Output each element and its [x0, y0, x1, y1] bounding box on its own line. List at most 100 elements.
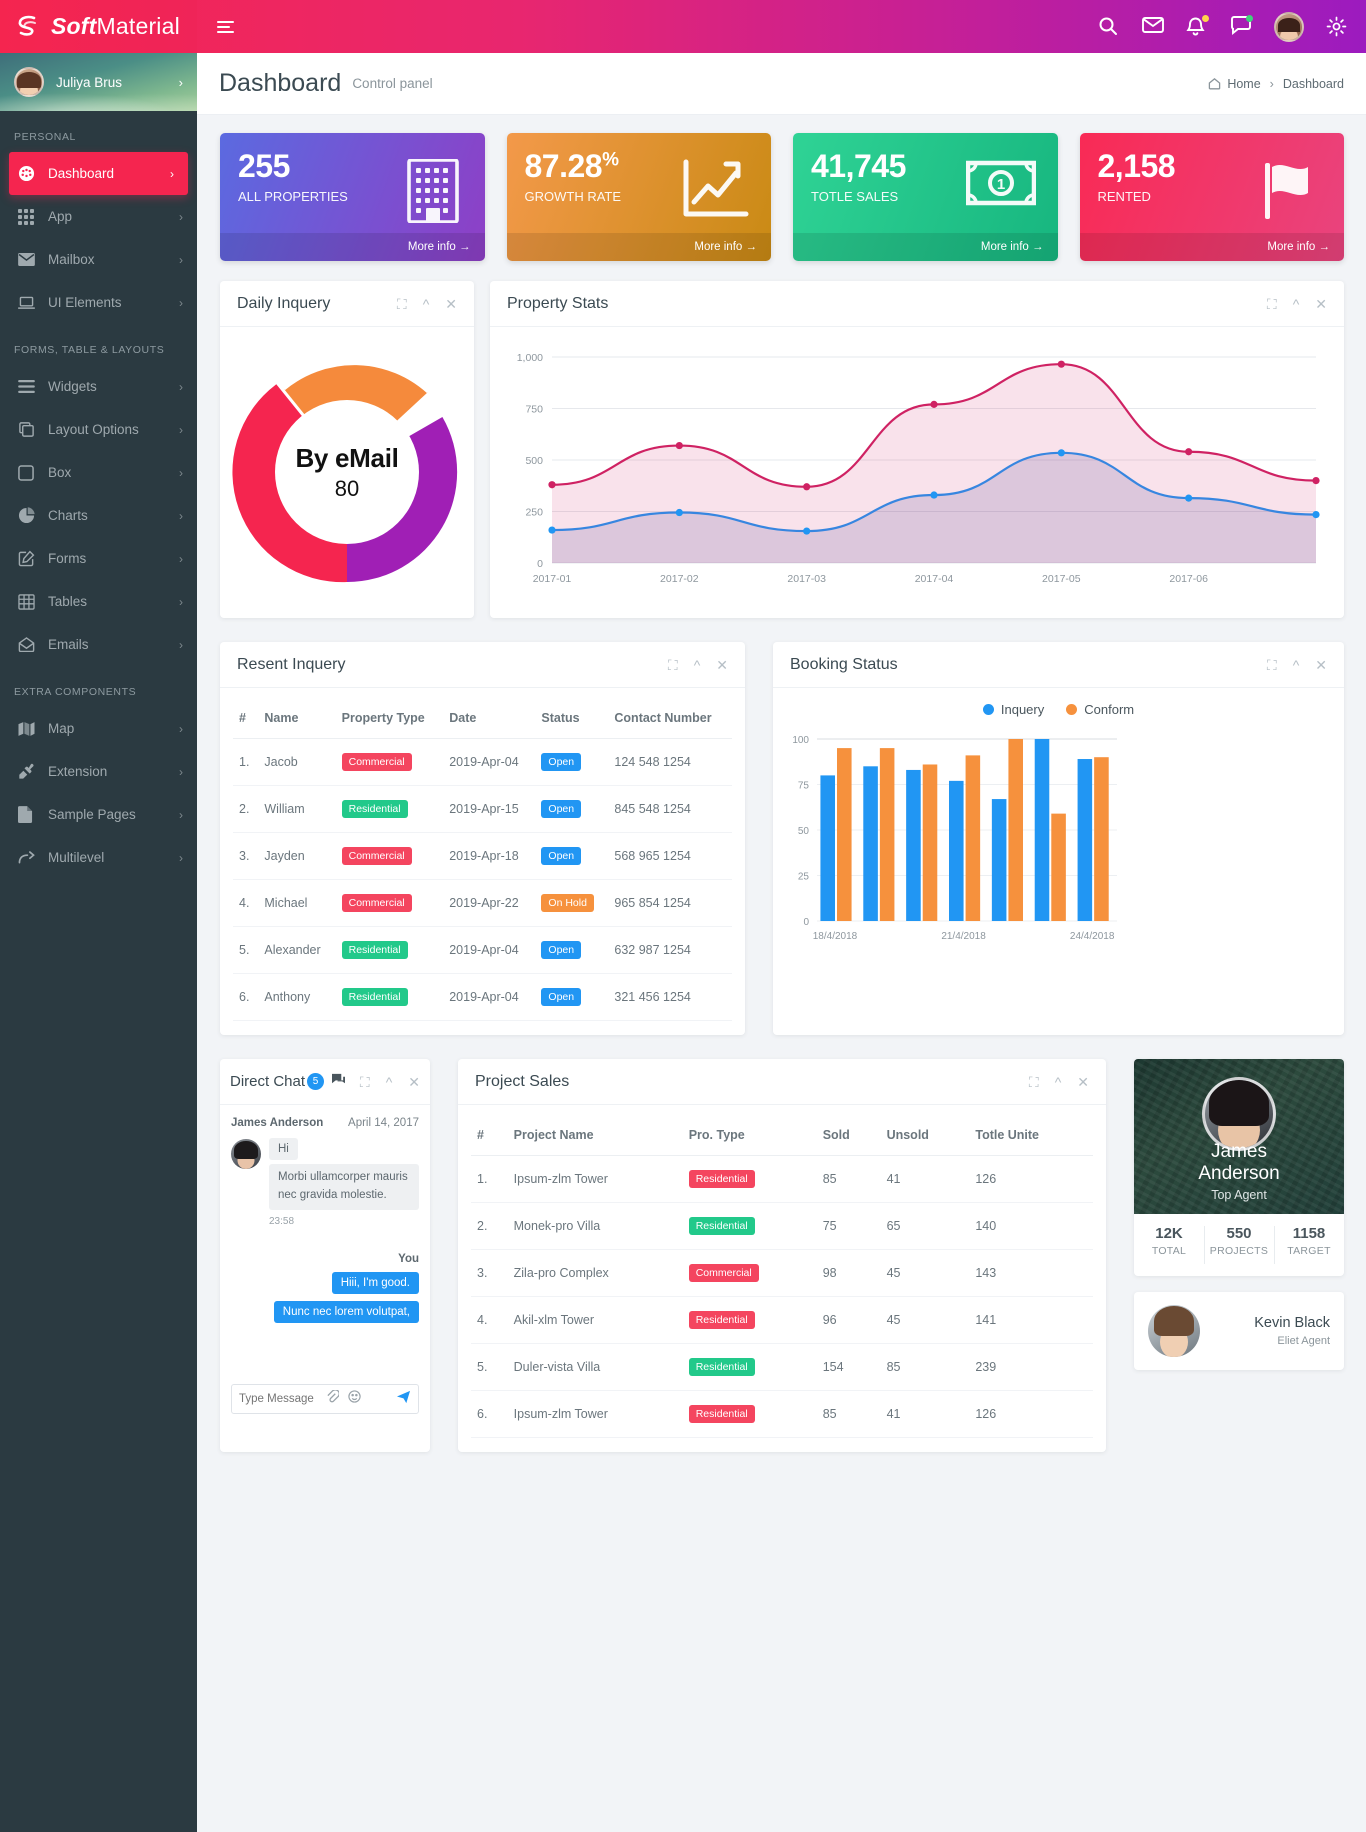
bar[interactable]	[863, 766, 878, 921]
collapse-icon[interactable]: ^	[694, 658, 701, 672]
gear-icon[interactable]	[1326, 16, 1348, 38]
sidebar-item-emails[interactable]: Emails ›	[0, 623, 197, 666]
bar[interactable]	[1094, 757, 1109, 921]
data-point[interactable]	[548, 526, 556, 534]
expand-icon[interactable]: ⛶	[397, 297, 407, 311]
stat-card-totle-sales[interactable]: 41,745 TOTLE SALES 1 More info →	[793, 133, 1058, 261]
sidebar-item-charts[interactable]: Charts ›	[0, 494, 197, 537]
data-point[interactable]	[675, 508, 683, 517]
sidebar-item-dashboard[interactable]: Dashboard ›	[9, 152, 188, 195]
stat-card-rented[interactable]: 2,158 RENTED More info →	[1079, 133, 1344, 261]
sidebar-item-forms[interactable]: Forms ›	[0, 537, 197, 580]
sidebar-item-sample-pages[interactable]: Sample Pages ›	[0, 793, 197, 836]
close-icon[interactable]: ✕	[716, 658, 728, 672]
table-row[interactable]: 1. Jacob Commercial 2019-Apr-04 Open 124 548 …	[233, 738, 732, 786]
sidebar-item-widgets[interactable]: Widgets ›	[0, 365, 197, 408]
breadcrumb-home[interactable]: Home	[1208, 77, 1261, 91]
expand-icon[interactable]: ⛶	[1029, 1075, 1039, 1089]
mail-icon[interactable]	[1142, 16, 1164, 38]
collapse-icon[interactable]: ^	[1055, 1075, 1062, 1089]
close-icon[interactable]: ✕	[1315, 658, 1327, 672]
collapse-icon[interactable]: ^	[386, 1075, 393, 1089]
attachment-icon[interactable]	[326, 1388, 340, 1409]
bar[interactable]	[922, 764, 938, 921]
bar[interactable]	[879, 748, 895, 921]
table-row[interactable]: 6. Ipsum-zlm Tower Residential 85 41 126	[471, 1390, 1093, 1438]
bell-icon[interactable]	[1186, 14, 1209, 38]
bar[interactable]	[949, 780, 964, 921]
stat-more-link[interactable]: More info →	[506, 233, 771, 261]
table-row[interactable]: 5. Duler-vista Villa Residential 154 85 239	[471, 1343, 1093, 1391]
data-point[interactable]	[675, 441, 683, 450]
table-row[interactable]: 5. Alexander Residential 2019-Apr-04 Open 632…	[233, 926, 732, 974]
close-icon[interactable]: ✕	[408, 1075, 420, 1089]
data-point[interactable]	[930, 491, 938, 499]
data-point[interactable]	[803, 483, 811, 491]
stat-more-link[interactable]: More info →	[220, 233, 485, 261]
collapse-icon[interactable]: ^	[1293, 297, 1300, 311]
user-avatar[interactable]	[1274, 11, 1304, 42]
table-row[interactable]: 4. Michael Commercial 2019-Apr-22 On Hold 965…	[233, 879, 732, 927]
bar[interactable]	[1008, 739, 1023, 921]
bar[interactable]	[837, 748, 852, 921]
second-agent-card[interactable]: Kevin Black Eliet Agent	[1134, 1292, 1344, 1370]
sidebar-item-tables[interactable]: Tables ›	[0, 580, 197, 623]
sidebar-toggle-button[interactable]	[217, 18, 234, 36]
bar[interactable]	[1077, 759, 1093, 921]
chat-icon[interactable]	[1230, 14, 1253, 38]
data-point[interactable]	[1312, 477, 1320, 485]
expand-icon[interactable]: ⛶	[1267, 658, 1277, 672]
brand-logo-area[interactable]: SoftMaterial	[0, 0, 197, 53]
data-point[interactable]	[803, 527, 811, 535]
sidebar-item-app[interactable]: App ›	[0, 195, 197, 238]
data-point[interactable]	[1057, 449, 1065, 457]
bar[interactable]	[1034, 739, 1050, 921]
table-row[interactable]: 2. William Residential 2019-Apr-15 Open 845 5…	[233, 785, 732, 833]
sidebar-item-mailbox[interactable]: Mailbox ›	[0, 238, 197, 281]
table-row[interactable]: 2. Monek-pro Villa Residential 75 65 140	[471, 1202, 1093, 1250]
bar[interactable]	[820, 775, 835, 921]
close-icon[interactable]: ✕	[445, 297, 457, 311]
sidebar-item-extension[interactable]: Extension ›	[0, 750, 197, 793]
send-icon[interactable]	[396, 1390, 411, 1409]
table-row[interactable]: 6. Anthony Residential 2019-Apr-04 Open 321 4…	[233, 973, 732, 1021]
sidebar-item-multilevel[interactable]: Multilevel ›	[0, 836, 197, 879]
sidebar-item-layout-options[interactable]: Layout Options ›	[0, 408, 197, 451]
emoji-icon[interactable]	[348, 1390, 361, 1408]
chat-input-bar[interactable]	[231, 1384, 419, 1414]
chevron-right-icon[interactable]: ›	[179, 75, 183, 90]
data-point[interactable]	[1057, 360, 1065, 368]
collapse-icon[interactable]: ^	[1293, 658, 1300, 672]
sidebar-item-ui-elements[interactable]: UI Elements ›	[0, 281, 197, 324]
sidebar-item-map[interactable]: Map ›	[0, 707, 197, 750]
bar[interactable]	[991, 799, 1007, 921]
table-row[interactable]: 1. Ipsum-zlm Tower Residential 85 41 126	[471, 1155, 1093, 1203]
expand-icon[interactable]: ⛶	[1267, 297, 1277, 311]
data-point[interactable]	[930, 400, 938, 408]
legend-item-inquery[interactable]: Inquery	[982, 702, 1044, 717]
stat-card-growth-rate[interactable]: 87.28% GROWTH RATE More info →	[506, 133, 771, 261]
stat-card-all-properties[interactable]: 255 ALL PROPERTIES More info →	[220, 133, 485, 261]
expand-icon[interactable]: ⛶	[668, 658, 678, 672]
stat-more-link[interactable]: More info →	[1079, 233, 1344, 261]
stat-more-link[interactable]: More info →	[793, 233, 1058, 261]
chat-bubbles-icon[interactable]	[331, 1073, 346, 1091]
legend-item-conform[interactable]: Conform	[1066, 702, 1134, 717]
table-row[interactable]: 4. Akil-xlm Tower Residential 96 45 141	[471, 1296, 1093, 1344]
table-row[interactable]: 3. Zila-pro Complex Commercial 98 45 143	[471, 1249, 1093, 1297]
search-icon[interactable]	[1098, 16, 1120, 38]
data-point[interactable]	[1312, 510, 1320, 519]
table-row[interactable]: 3. Jayden Commercial 2019-Apr-18 Open 568 965…	[233, 832, 732, 880]
bar[interactable]	[906, 769, 921, 921]
data-point[interactable]	[1185, 494, 1193, 502]
data-point[interactable]	[548, 481, 556, 489]
bar[interactable]	[965, 755, 981, 921]
expand-icon[interactable]: ⛶	[360, 1075, 370, 1089]
chat-message-input[interactable]	[239, 1393, 317, 1405]
close-icon[interactable]: ✕	[1315, 297, 1327, 311]
bar[interactable]	[1051, 813, 1066, 921]
collapse-icon[interactable]: ^	[423, 297, 430, 311]
sidebar-user-profile[interactable]: Juliya Brus ›	[0, 53, 197, 111]
close-icon[interactable]: ✕	[1077, 1075, 1089, 1089]
sidebar-item-box[interactable]: Box ›	[0, 451, 197, 494]
